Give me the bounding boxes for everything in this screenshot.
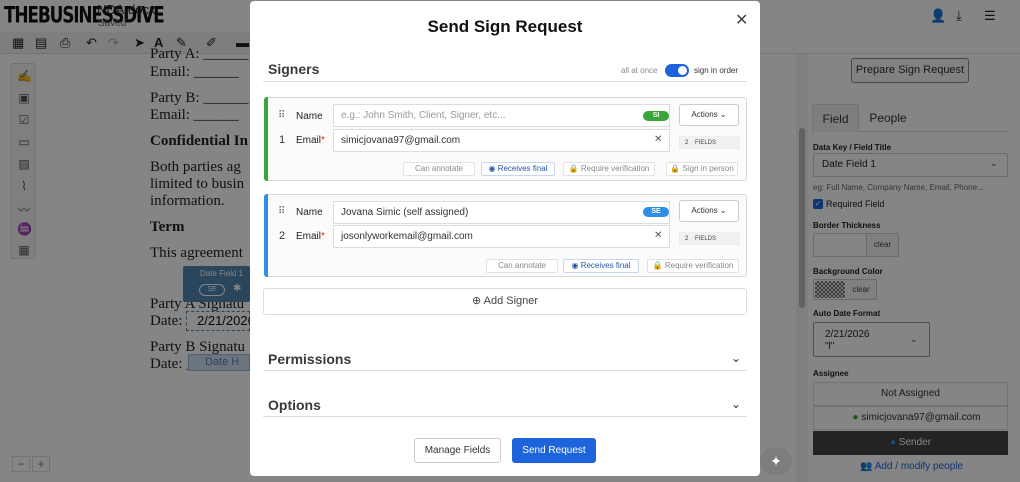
option-require-verification[interactable]: 🔒 Require verification [563,162,655,176]
option-sign-in-person[interactable]: 🔒 Sign in person [666,162,738,176]
name-label: Name [296,207,323,218]
signer-badge: SE [643,207,669,217]
close-icon[interactable]: ✕ [735,10,748,30]
options-heading[interactable]: Options [268,397,321,413]
email-label: Email* [296,135,325,146]
actions-dropdown[interactable]: Actions ⌄ [679,200,739,222]
send-sign-request-modal: Send Sign Request ✕ Signers all at once … [250,1,760,476]
signer-name-input[interactable]: e.g.: John Smith, Client, Signer, etc... [333,104,670,127]
chevron-down-icon[interactable]: ⌄ [731,397,741,411]
actions-label: Actions [691,206,718,215]
ai-assistant-icon[interactable]: ✦ [760,447,792,475]
actions-dropdown[interactable]: Actions ⌄ [679,104,739,126]
chevron-down-icon: ⌄ [719,206,727,215]
manage-fields-button[interactable]: Manage Fields [414,438,501,463]
divider [263,81,747,82]
divider [263,370,747,371]
email-label: Email* [296,231,325,242]
signer-color-bar [264,97,268,181]
signer-email-input[interactable]: simicjovana97@gmail.com [333,129,670,152]
add-user-icon: ⊕ [471,295,482,307]
option-can-annotate[interactable]: Can annotate [486,259,558,273]
actions-label: Actions [691,110,718,119]
fields-count-badge: 2 FIELDS [679,232,740,245]
send-request-button[interactable]: Send Request [512,438,596,463]
signer-name-input[interactable]: Jovana Simic (self assigned) [333,201,670,224]
lock-icon: 🔒 [568,164,579,173]
modal-title: Send Sign Request [427,17,583,36]
chevron-down-icon[interactable]: ⌄ [731,351,741,365]
signer-order-number: 2 [279,230,286,242]
clear-email-icon[interactable]: ✕ [654,230,662,241]
order-sign-in-order-label: sign in order [694,66,739,75]
lock-icon: 🔒 [670,164,681,173]
fields-count-badge: 2 FIELDS [679,136,740,149]
signer-email-input[interactable]: josonlyworkemail@gmail.com [333,225,670,248]
drag-handle-icon[interactable]: ⠿ [278,206,285,217]
lock-icon: 🔒 [652,261,663,270]
signers-heading: Signers [268,61,320,77]
name-label: Name [296,111,323,122]
drag-handle-icon[interactable]: ⠿ [278,110,285,121]
clear-email-icon[interactable]: ✕ [654,134,662,145]
option-receives-final[interactable]: ◉ Receives final [481,162,555,176]
option-receives-final[interactable]: ◉ Receives final [563,259,639,273]
add-signer-button[interactable]: ⊕ Add Signer [263,288,747,315]
signer-card-2: ⠿ Name Jovana Simic (self assigned) SE A… [264,194,747,277]
permissions-heading[interactable]: Permissions [268,351,351,367]
chevron-down-icon: ⌄ [719,110,727,119]
signer-card-1: ⠿ Name e.g.: John Smith, Client, Signer,… [264,97,747,181]
signer-badge: SI [643,111,669,121]
order-all-at-once-label: all at once [621,66,658,75]
signer-color-bar [264,194,268,277]
check-circle-icon: ◉ [488,164,496,173]
signer-order-number: 1 [279,134,286,146]
check-circle-icon: ◉ [571,261,579,270]
sign-order-toggle[interactable] [665,64,689,77]
option-can-annotate[interactable]: Can annotate [403,162,475,176]
option-require-verification[interactable]: 🔒 Require verification [647,259,739,273]
divider [263,416,747,417]
